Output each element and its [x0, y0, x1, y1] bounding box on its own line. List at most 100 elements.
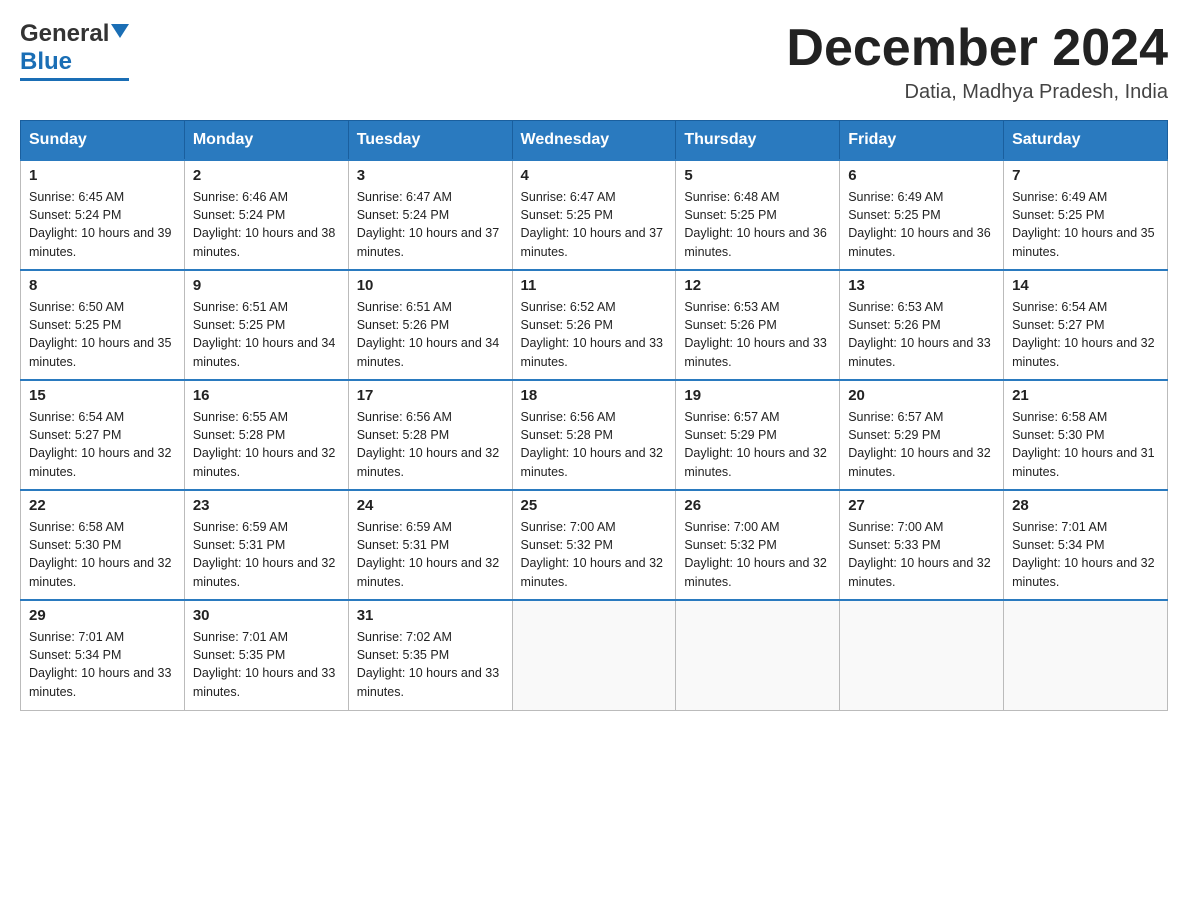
day-info: Sunrise: 7:00 AMSunset: 5:33 PMDaylight:…	[848, 518, 995, 591]
page-header: General Blue December 2024 Datia, Madhya…	[20, 20, 1168, 104]
day-info: Sunrise: 6:49 AMSunset: 5:25 PMDaylight:…	[1012, 188, 1159, 261]
calendar-cell: 23 Sunrise: 6:59 AMSunset: 5:31 PMDaylig…	[184, 490, 348, 600]
day-number: 1	[29, 167, 176, 184]
day-info: Sunrise: 7:00 AMSunset: 5:32 PMDaylight:…	[521, 518, 668, 591]
day-info: Sunrise: 6:54 AMSunset: 5:27 PMDaylight:…	[1012, 298, 1159, 371]
day-header-friday: Friday	[840, 121, 1004, 161]
calendar-cell: 16 Sunrise: 6:55 AMSunset: 5:28 PMDaylig…	[184, 380, 348, 490]
logo-blue-text: Blue	[20, 48, 72, 76]
calendar-cell: 24 Sunrise: 6:59 AMSunset: 5:31 PMDaylig…	[348, 490, 512, 600]
calendar-cell: 1 Sunrise: 6:45 AMSunset: 5:24 PMDayligh…	[21, 160, 185, 270]
calendar-cell: 14 Sunrise: 6:54 AMSunset: 5:27 PMDaylig…	[1004, 270, 1168, 380]
calendar-cell: 29 Sunrise: 7:01 AMSunset: 5:34 PMDaylig…	[21, 600, 185, 710]
day-info: Sunrise: 6:57 AMSunset: 5:29 PMDaylight:…	[848, 408, 995, 481]
calendar-cell: 15 Sunrise: 6:54 AMSunset: 5:27 PMDaylig…	[21, 380, 185, 490]
calendar-cell: 25 Sunrise: 7:00 AMSunset: 5:32 PMDaylig…	[512, 490, 676, 600]
logo-triangle-icon	[111, 24, 129, 38]
day-number: 3	[357, 167, 504, 184]
day-number: 4	[521, 167, 668, 184]
calendar-cell: 12 Sunrise: 6:53 AMSunset: 5:26 PMDaylig…	[676, 270, 840, 380]
day-info: Sunrise: 6:49 AMSunset: 5:25 PMDaylight:…	[848, 188, 995, 261]
day-info: Sunrise: 6:46 AMSunset: 5:24 PMDaylight:…	[193, 188, 340, 261]
day-info: Sunrise: 6:59 AMSunset: 5:31 PMDaylight:…	[193, 518, 340, 591]
calendar-cell	[1004, 600, 1168, 710]
calendar-cell: 31 Sunrise: 7:02 AMSunset: 5:35 PMDaylig…	[348, 600, 512, 710]
day-info: Sunrise: 6:54 AMSunset: 5:27 PMDaylight:…	[29, 408, 176, 481]
day-info: Sunrise: 7:00 AMSunset: 5:32 PMDaylight:…	[684, 518, 831, 591]
day-number: 13	[848, 277, 995, 294]
calendar-table: SundayMondayTuesdayWednesdayThursdayFrid…	[20, 120, 1168, 711]
calendar-week-1: 1 Sunrise: 6:45 AMSunset: 5:24 PMDayligh…	[21, 160, 1168, 270]
day-info: Sunrise: 6:56 AMSunset: 5:28 PMDaylight:…	[357, 408, 504, 481]
day-number: 11	[521, 277, 668, 294]
day-number: 26	[684, 497, 831, 514]
calendar-cell: 27 Sunrise: 7:00 AMSunset: 5:33 PMDaylig…	[840, 490, 1004, 600]
day-number: 9	[193, 277, 340, 294]
day-number: 31	[357, 607, 504, 624]
day-info: Sunrise: 6:56 AMSunset: 5:28 PMDaylight:…	[521, 408, 668, 481]
calendar-week-2: 8 Sunrise: 6:50 AMSunset: 5:25 PMDayligh…	[21, 270, 1168, 380]
calendar-cell: 3 Sunrise: 6:47 AMSunset: 5:24 PMDayligh…	[348, 160, 512, 270]
calendar-cell: 22 Sunrise: 6:58 AMSunset: 5:30 PMDaylig…	[21, 490, 185, 600]
day-number: 12	[684, 277, 831, 294]
title-section: December 2024 Datia, Madhya Pradesh, Ind…	[786, 20, 1168, 104]
calendar-cell: 11 Sunrise: 6:52 AMSunset: 5:26 PMDaylig…	[512, 270, 676, 380]
calendar-cell: 7 Sunrise: 6:49 AMSunset: 5:25 PMDayligh…	[1004, 160, 1168, 270]
day-header-wednesday: Wednesday	[512, 121, 676, 161]
day-number: 29	[29, 607, 176, 624]
calendar-week-5: 29 Sunrise: 7:01 AMSunset: 5:34 PMDaylig…	[21, 600, 1168, 710]
day-number: 20	[848, 387, 995, 404]
calendar-header: SundayMondayTuesdayWednesdayThursdayFrid…	[21, 121, 1168, 161]
day-info: Sunrise: 6:58 AMSunset: 5:30 PMDaylight:…	[1012, 408, 1159, 481]
calendar-cell: 10 Sunrise: 6:51 AMSunset: 5:26 PMDaylig…	[348, 270, 512, 380]
calendar-cell: 21 Sunrise: 6:58 AMSunset: 5:30 PMDaylig…	[1004, 380, 1168, 490]
day-info: Sunrise: 6:48 AMSunset: 5:25 PMDaylight:…	[684, 188, 831, 261]
calendar-cell: 30 Sunrise: 7:01 AMSunset: 5:35 PMDaylig…	[184, 600, 348, 710]
calendar-cell: 5 Sunrise: 6:48 AMSunset: 5:25 PMDayligh…	[676, 160, 840, 270]
day-info: Sunrise: 6:58 AMSunset: 5:30 PMDaylight:…	[29, 518, 176, 591]
day-number: 16	[193, 387, 340, 404]
day-header-saturday: Saturday	[1004, 121, 1168, 161]
calendar-cell: 17 Sunrise: 6:56 AMSunset: 5:28 PMDaylig…	[348, 380, 512, 490]
day-info: Sunrise: 7:01 AMSunset: 5:34 PMDaylight:…	[29, 628, 176, 701]
calendar-cell: 4 Sunrise: 6:47 AMSunset: 5:25 PMDayligh…	[512, 160, 676, 270]
logo-general-text: General	[20, 20, 109, 48]
day-number: 7	[1012, 167, 1159, 184]
day-number: 18	[521, 387, 668, 404]
calendar-cell: 9 Sunrise: 6:51 AMSunset: 5:25 PMDayligh…	[184, 270, 348, 380]
calendar-week-3: 15 Sunrise: 6:54 AMSunset: 5:27 PMDaylig…	[21, 380, 1168, 490]
day-number: 19	[684, 387, 831, 404]
day-number: 17	[357, 387, 504, 404]
day-info: Sunrise: 6:53 AMSunset: 5:26 PMDaylight:…	[848, 298, 995, 371]
day-info: Sunrise: 6:53 AMSunset: 5:26 PMDaylight:…	[684, 298, 831, 371]
day-number: 22	[29, 497, 176, 514]
day-header-monday: Monday	[184, 121, 348, 161]
calendar-cell: 6 Sunrise: 6:49 AMSunset: 5:25 PMDayligh…	[840, 160, 1004, 270]
day-number: 10	[357, 277, 504, 294]
day-number: 25	[521, 497, 668, 514]
day-number: 15	[29, 387, 176, 404]
day-info: Sunrise: 6:59 AMSunset: 5:31 PMDaylight:…	[357, 518, 504, 591]
day-header-tuesday: Tuesday	[348, 121, 512, 161]
day-info: Sunrise: 7:01 AMSunset: 5:34 PMDaylight:…	[1012, 518, 1159, 591]
calendar-cell	[676, 600, 840, 710]
calendar-cell	[512, 600, 676, 710]
calendar-cell: 8 Sunrise: 6:50 AMSunset: 5:25 PMDayligh…	[21, 270, 185, 380]
day-info: Sunrise: 6:47 AMSunset: 5:25 PMDaylight:…	[521, 188, 668, 261]
calendar-cell: 13 Sunrise: 6:53 AMSunset: 5:26 PMDaylig…	[840, 270, 1004, 380]
calendar-cell	[840, 600, 1004, 710]
calendar-cell: 18 Sunrise: 6:56 AMSunset: 5:28 PMDaylig…	[512, 380, 676, 490]
logo-underline	[20, 78, 129, 81]
day-info: Sunrise: 7:02 AMSunset: 5:35 PMDaylight:…	[357, 628, 504, 701]
day-info: Sunrise: 6:57 AMSunset: 5:29 PMDaylight:…	[684, 408, 831, 481]
day-info: Sunrise: 6:51 AMSunset: 5:26 PMDaylight:…	[357, 298, 504, 371]
day-number: 24	[357, 497, 504, 514]
calendar-cell: 2 Sunrise: 6:46 AMSunset: 5:24 PMDayligh…	[184, 160, 348, 270]
day-number: 14	[1012, 277, 1159, 294]
day-number: 8	[29, 277, 176, 294]
day-number: 2	[193, 167, 340, 184]
day-info: Sunrise: 6:45 AMSunset: 5:24 PMDaylight:…	[29, 188, 176, 261]
day-info: Sunrise: 6:47 AMSunset: 5:24 PMDaylight:…	[357, 188, 504, 261]
day-number: 30	[193, 607, 340, 624]
calendar-week-4: 22 Sunrise: 6:58 AMSunset: 5:30 PMDaylig…	[21, 490, 1168, 600]
